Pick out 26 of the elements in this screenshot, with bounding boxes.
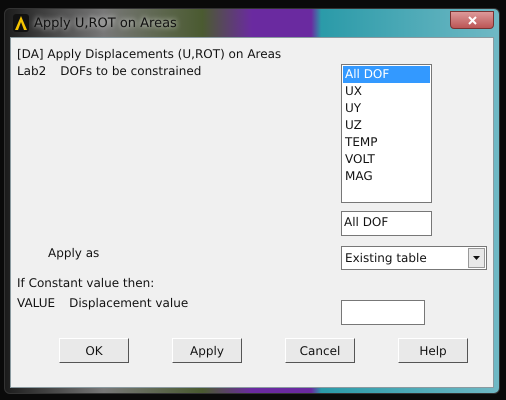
field-label: DOFs to be constrained [60, 64, 202, 78]
dialog-button[interactable]: Apply [172, 338, 242, 363]
close-icon [468, 16, 476, 24]
field-code: Lab2 [17, 64, 46, 78]
dialog-heading: [DA] Apply Displacements (U,ROT) on Areas [17, 47, 282, 61]
field-code: VALUE [17, 296, 56, 310]
window-title: Apply U,ROT on Areas [34, 16, 177, 30]
caret-icon [473, 256, 480, 260]
field-label: Displacement value [69, 296, 188, 310]
dialog-button[interactable]: Cancel [285, 338, 355, 363]
list-item[interactable]: UY [343, 100, 430, 117]
value-input-field[interactable] [341, 300, 425, 324]
apply-as-dropdown[interactable]: Existing table [341, 246, 487, 270]
list-item[interactable]: VOLT [343, 151, 430, 168]
dialog-button[interactable]: OK [59, 338, 129, 363]
close-button[interactable] [450, 11, 494, 29]
field-label: Apply as [48, 246, 100, 260]
dof-input-field[interactable]: All DOF [341, 211, 432, 236]
dof-listbox[interactable]: All DOF UX UY UZ TEMP VOLT MAG [341, 64, 432, 203]
dialog-button[interactable]: Help [398, 338, 468, 363]
list-item[interactable]: UZ [343, 117, 430, 134]
section-note: If Constant value then: [17, 276, 154, 290]
app-logo-icon [13, 14, 29, 32]
list-item[interactable]: UX [343, 83, 430, 100]
list-item[interactable]: TEMP [343, 134, 430, 151]
list-item[interactable]: MAG [343, 168, 430, 185]
